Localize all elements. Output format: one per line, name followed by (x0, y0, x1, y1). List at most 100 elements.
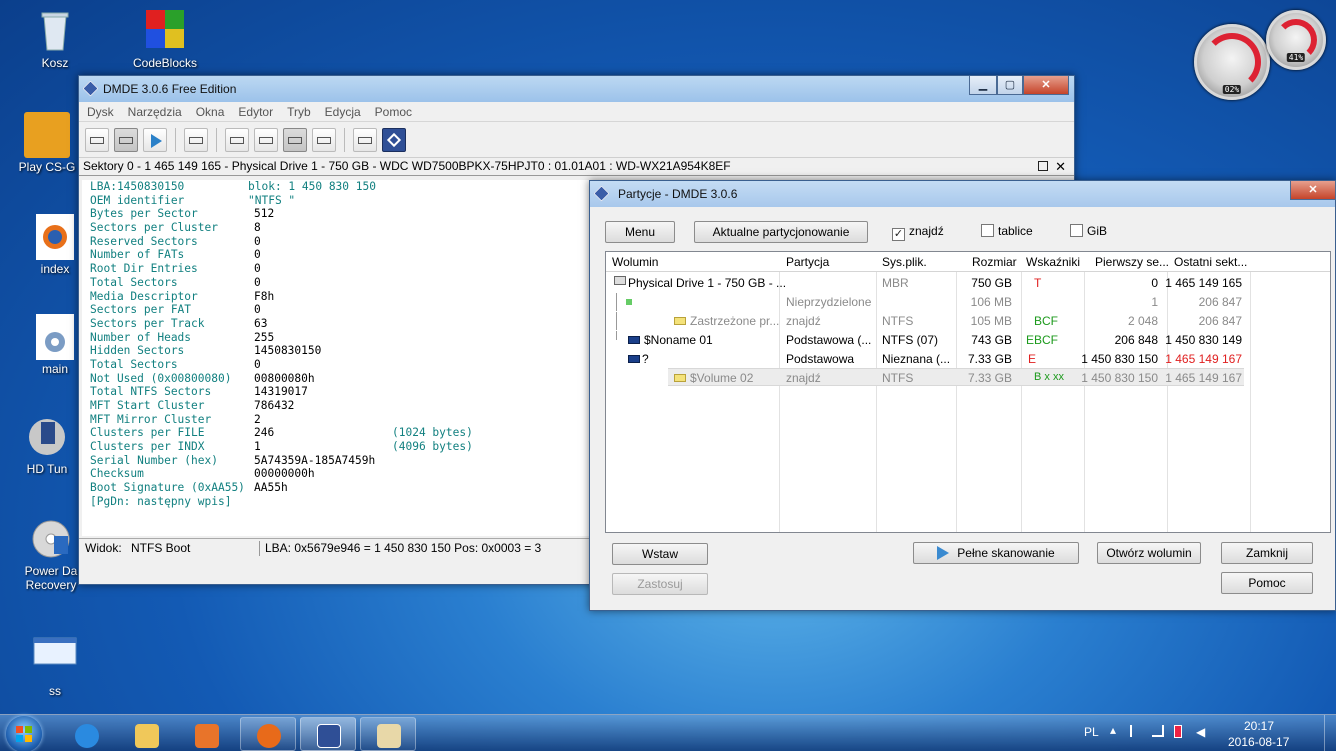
volume-icon[interactable]: ◀ (1196, 725, 1205, 739)
col-last-sector[interactable]: Ostatni sekt... (1174, 255, 1247, 269)
action-center-icon[interactable] (1130, 725, 1140, 737)
hex-editor-pane[interactable]: LBA:1450830150 blok: 1 450 830 150 OEM i… (82, 180, 590, 536)
minimize-button[interactable]: ▁ (969, 76, 997, 95)
boot-field-row[interactable]: Clusters per FILE 246 (1024 bytes) (82, 426, 590, 440)
show-hidden-icons[interactable]: ▴ (1110, 723, 1116, 737)
table-row[interactable]: ? Podstawowa Nieznana (... 7.33 GB E 1 4… (606, 350, 1330, 368)
open-volume-button[interactable]: Otwórz wolumin (1097, 542, 1201, 564)
boot-field-row[interactable]: Root Dir Entries 0 (82, 262, 590, 276)
toolbar-partitions-button[interactable] (114, 127, 138, 152)
sectors-close-icon[interactable]: ✕ (1055, 158, 1066, 175)
boot-field-value[interactable]: 8 (254, 221, 261, 235)
toolbar-drive-button[interactable] (85, 127, 109, 152)
menu-edytor[interactable]: Edytor (238, 105, 273, 119)
battery-icon[interactable] (1174, 725, 1182, 738)
apply-button[interactable]: Zastosuj (612, 573, 708, 595)
boot-field-value[interactable]: AA55h (254, 481, 288, 495)
boot-field-row[interactable]: Bytes per Sector 512 (82, 207, 590, 221)
dmde-titlebar[interactable]: DMDE 3.0.6 Free Edition ▁ ▢ ✕ (79, 76, 1074, 102)
toolbar-find-button[interactable] (312, 127, 336, 152)
boot-field-value[interactable]: 1 (254, 440, 261, 454)
boot-field-row[interactable]: Sectors per Cluster 8 (82, 221, 590, 235)
boot-field-row[interactable]: Reserved Sectors 0 (82, 235, 590, 249)
desktop-icon-recycle-bin[interactable]: Kosz (12, 8, 98, 70)
menu-pomoc[interactable]: Pomoc (375, 105, 412, 119)
menu-edycja[interactable]: Edycja (325, 105, 361, 119)
boot-field-row[interactable]: Sectors per FAT 0 (82, 303, 590, 317)
toolbar-dmde-logo-button[interactable] (382, 127, 406, 152)
boot-field-value[interactable]: 00000000h (254, 467, 315, 481)
toolbar-copy-button[interactable] (353, 127, 377, 152)
current-partitioning-button[interactable]: Aktualne partycjonowanie (694, 221, 868, 243)
toolbar-file-button[interactable] (184, 127, 208, 152)
menu-dysk[interactable]: Dysk (87, 105, 114, 119)
boot-field-value[interactable]: 0 (254, 235, 261, 249)
boot-field-row[interactable]: MFT Start Cluster 786432 (82, 399, 590, 413)
taskbar-media-player[interactable] (178, 717, 234, 751)
full-scan-button[interactable]: Pełne skanowanie (913, 542, 1079, 564)
start-button[interactable] (6, 716, 42, 751)
sectors-restore-icon[interactable] (1038, 161, 1048, 171)
toolbar-text-button[interactable] (254, 127, 278, 152)
boot-field-row[interactable]: Serial Number (hex) 5A74359A-185A7459h (82, 454, 590, 468)
boot-field-row[interactable]: Sectors per Track 63 (82, 317, 590, 331)
boot-field-row[interactable]: Total Sectors 0 (82, 276, 590, 290)
col-volume[interactable]: Wolumin (612, 255, 658, 269)
gib-checkbox[interactable]: GiB (1070, 224, 1107, 238)
boot-field-value[interactable]: 512 (254, 207, 274, 221)
boot-field-value[interactable]: 5A74359A-185A7459h (254, 454, 375, 468)
col-partition[interactable]: Partycja (786, 255, 829, 269)
menu-tryb[interactable]: Tryb (287, 105, 311, 119)
boot-field-value[interactable]: 63 (254, 317, 267, 331)
col-size[interactable]: Rozmiar (972, 255, 1017, 269)
boot-field-value[interactable]: 255 (254, 331, 274, 345)
boot-field-value[interactable]: 246 (254, 426, 274, 440)
menu-okna[interactable]: Okna (196, 105, 225, 119)
boot-field-value[interactable]: 0 (254, 248, 261, 262)
boot-field-row[interactable]: Hidden Sectors 1450830150 (82, 344, 590, 358)
table-row[interactable]: Physical Drive 1 - 750 GB - ... MBR 750 … (606, 274, 1330, 292)
boot-field-row[interactable]: Total NTFS Sectors 14319017 (82, 385, 590, 399)
boot-field-row[interactable]: Clusters per INDX 1 (4096 bytes) (82, 440, 590, 454)
partitions-titlebar[interactable]: Partycje - DMDE 3.0.6 ✕ (590, 181, 1336, 207)
close-button[interactable]: ✕ (1023, 76, 1069, 95)
taskbar-paint[interactable] (360, 717, 416, 751)
taskbar-file-explorer[interactable] (118, 717, 174, 751)
boot-field-row[interactable]: Media Descriptor F8h (82, 290, 590, 304)
boot-field-row[interactable]: Number of Heads 255 (82, 331, 590, 345)
find-checkbox[interactable]: ✓ znajdź (892, 224, 944, 241)
boot-field-value[interactable]: 0 (254, 262, 261, 276)
boot-field-value[interactable]: 2 (254, 413, 261, 427)
col-first-sector[interactable]: Pierwszy se... (1095, 255, 1169, 269)
toolbar-hex-button[interactable] (225, 127, 249, 152)
close-dialog-button[interactable]: Zamknij (1221, 542, 1313, 564)
taskbar-dmde[interactable] (300, 717, 356, 751)
boot-field-row[interactable]: Total Sectors 0 (82, 358, 590, 372)
network-icon[interactable] (1152, 725, 1164, 737)
cpu-meter-gadget[interactable]: 02% 41% (1190, 10, 1336, 110)
table-row[interactable]: $Noname 01 Podstawowa (... NTFS (07) 743… (606, 331, 1330, 349)
maximize-button[interactable]: ▢ (997, 76, 1023, 95)
menu-button[interactable]: Menu (605, 221, 675, 243)
boot-field-value[interactable]: 1450830150 (254, 344, 321, 358)
boot-field-row[interactable]: MFT Mirror Cluster 2 (82, 413, 590, 427)
insert-button[interactable]: Wstaw (612, 543, 708, 565)
boot-field-value[interactable]: 0 (254, 358, 261, 372)
boot-field-row[interactable]: Boot Signature (0xAA55) AA55h (82, 481, 590, 495)
boot-field-value[interactable]: "NTFS " (248, 194, 295, 208)
taskbar-internet-explorer[interactable] (58, 717, 114, 751)
language-indicator[interactable]: PL (1084, 725, 1099, 739)
boot-field-value[interactable]: 786432 (254, 399, 294, 413)
find-checkbox-box[interactable]: ✓ (892, 228, 905, 241)
boot-field-row[interactable]: OEM identifier "NTFS " (82, 194, 590, 208)
table-row-selected[interactable]: $Volume 02 znajdź NTFS 7.33 GB B x xx 1 … (668, 368, 1244, 386)
desktop-icon-ss[interactable]: ss (12, 636, 98, 698)
taskbar-firefox[interactable] (240, 717, 296, 751)
table-row[interactable]: Zastrzeżone pr... znajdź NTFS 105 MB BCF… (606, 312, 1330, 330)
desktop-icon-codeblocks[interactable]: CodeBlocks (122, 8, 208, 70)
col-filesystem[interactable]: Sys.plik. (882, 255, 927, 269)
toolbar-play-button[interactable] (143, 127, 167, 152)
toolbar-template-button[interactable] (283, 127, 307, 152)
boot-field-value[interactable]: 0 (254, 303, 261, 317)
boot-field-row[interactable]: Not Used (0x00800080) 00800080h (82, 372, 590, 386)
